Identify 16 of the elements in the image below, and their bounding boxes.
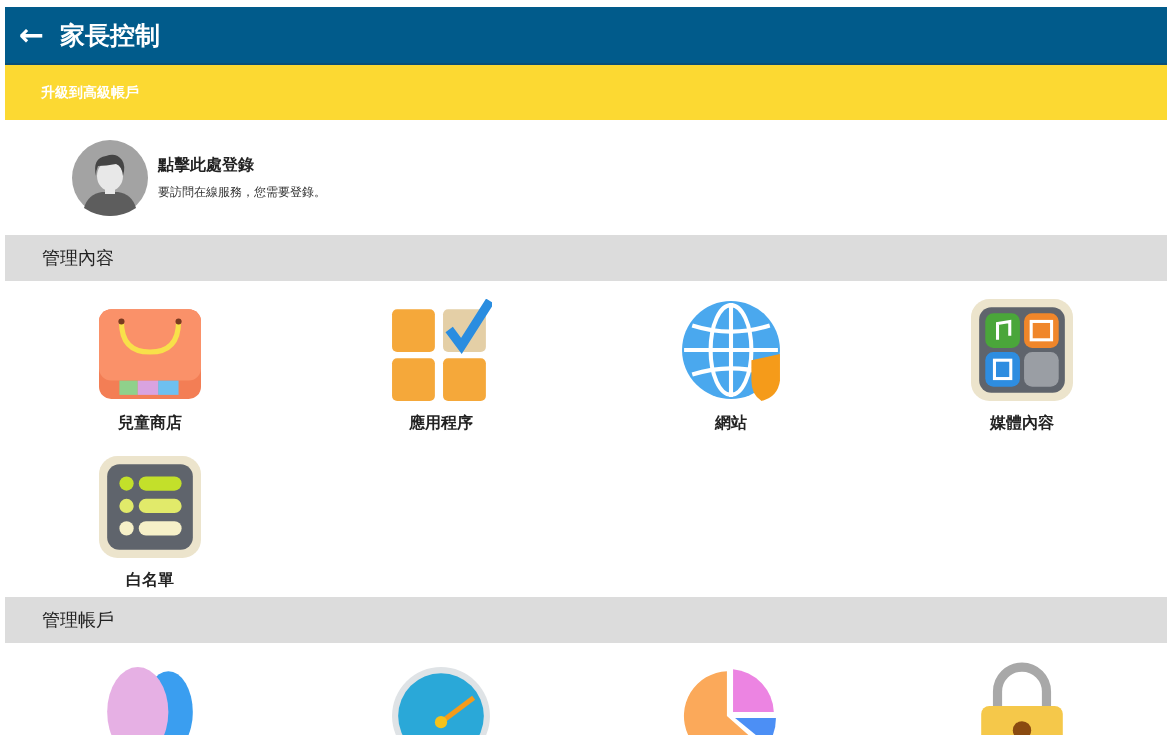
globe-shield-icon[interactable]	[680, 299, 783, 401]
back-button[interactable]: ←	[19, 20, 45, 50]
item-label[interactable]: 應用程序	[408, 413, 473, 434]
page-title: 家長控制	[60, 19, 161, 52]
item-label[interactable]: 兒童商店	[118, 413, 183, 434]
login-title[interactable]: 點擊此處登錄	[158, 154, 326, 176]
avatar-icon[interactable]	[72, 139, 148, 216]
item-label[interactable]: 網站	[715, 413, 748, 434]
section-header: 管理內容	[5, 235, 1167, 281]
media-folder-icon[interactable]	[970, 299, 1073, 401]
app-tiles-icon[interactable]	[389, 299, 492, 401]
item-label[interactable]: 白名單	[126, 570, 175, 591]
item-label[interactable]: 媒體內容	[989, 413, 1054, 434]
login-subtitle: 要訪問在線服務，您需要登錄。	[158, 183, 326, 201]
section-header: 管理帳戶	[5, 597, 1167, 643]
checklist-icon[interactable]	[99, 456, 202, 558]
